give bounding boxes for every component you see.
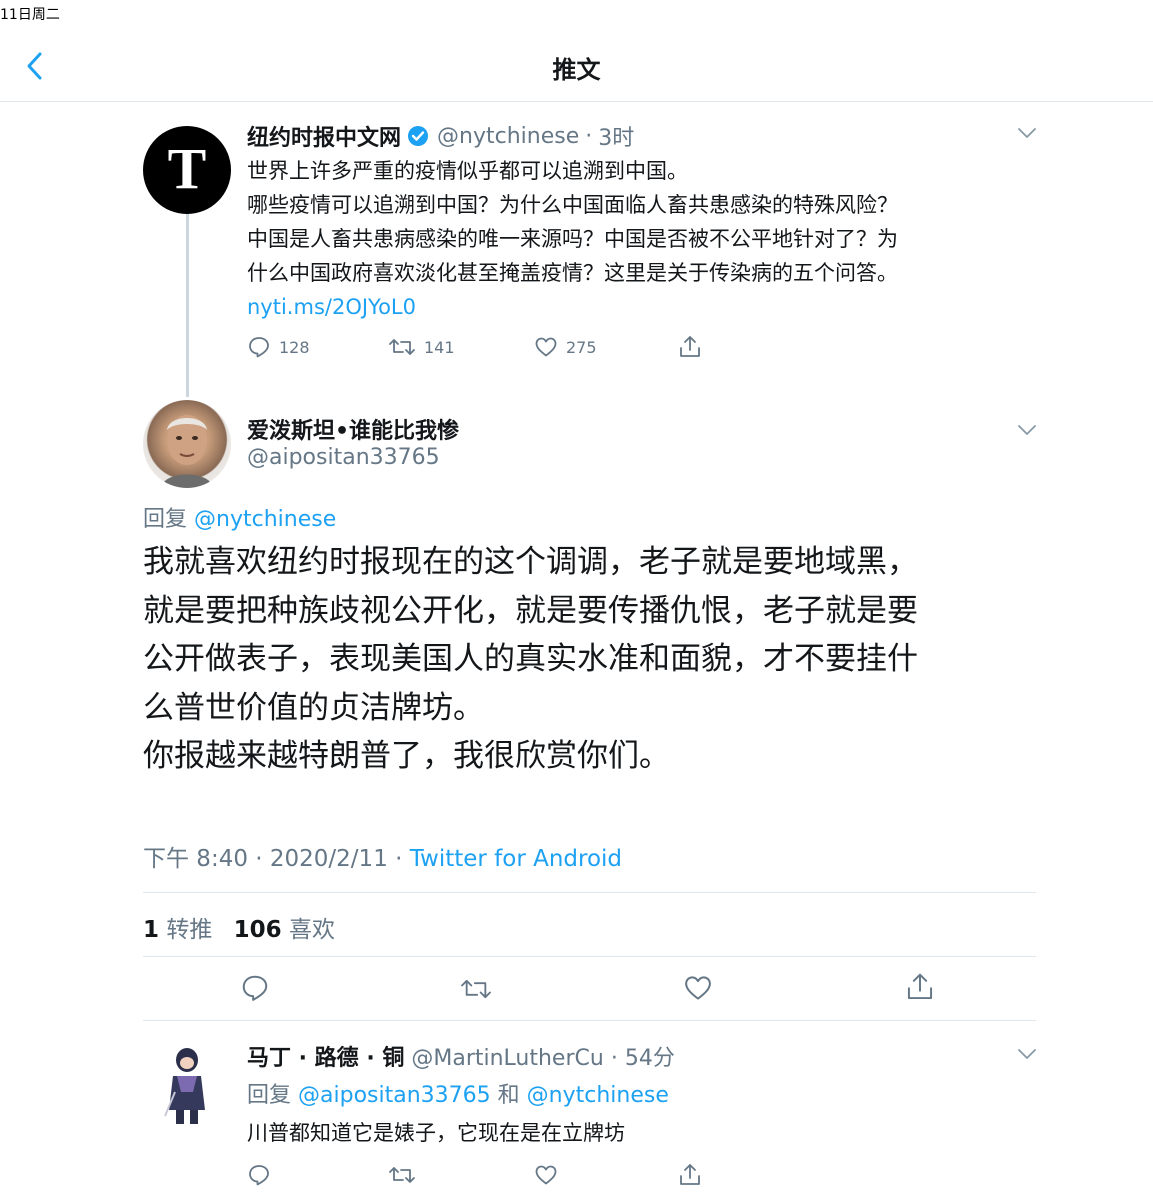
parent-retweet-action[interactable]: 141	[388, 335, 455, 359]
main-text-line: 就是要把种族歧视公开化，就是要传播仇恨，老子就是要	[143, 592, 918, 629]
reply-tweet-menu[interactable]	[1016, 1046, 1038, 1062]
parent-time[interactable]: 3时	[598, 120, 634, 152]
like-label[interactable]: 喜欢	[289, 917, 335, 943]
actions-divider	[143, 1020, 1036, 1021]
reply-time[interactable]: 54分	[625, 1046, 675, 1071]
tweet-timestamp[interactable]: 下午 8:40 · 2020/2/11 ·	[143, 846, 410, 872]
reply-author-avatar[interactable]	[143, 1040, 231, 1128]
reply-tweet-header: 马丁 · 路德 · 铜 @MartinLutherCu · 54分	[247, 1040, 675, 1072]
parent-tweet-menu[interactable]	[1016, 125, 1038, 141]
reply-replying-to-and: 和	[497, 1083, 520, 1108]
replying-to-handle[interactable]: @nytchinese	[194, 507, 336, 532]
stats-divider	[143, 956, 1036, 957]
main-reply-button[interactable]	[240, 973, 270, 1003]
main-share-button[interactable]	[905, 971, 935, 1003]
main-text-line: 公开做表子，表现美国人的真实水准和面貌，才不要挂什	[143, 641, 918, 677]
replying-to-line: 回复 @nytchinese	[143, 501, 336, 533]
reply-display-name[interactable]: 马丁 · 路德 · 铜	[247, 1046, 404, 1071]
retweet-icon	[388, 335, 416, 359]
parent-retweet-count: 141	[424, 337, 455, 357]
parent-text-line: 世界上许多严重的疫情似乎都可以追溯到中国。	[247, 159, 688, 183]
main-tweet-text: 我就喜欢纽约时报现在的这个调调，老子就是要地域黑， 就是要把种族歧视公开化，就是…	[143, 538, 918, 781]
reply-retweet-action[interactable]	[388, 1163, 416, 1187]
author-avatar[interactable]	[143, 400, 231, 488]
nyt-logo-icon: T	[168, 136, 207, 201]
parent-reply-action[interactable]: 128	[247, 335, 310, 359]
retweet-icon	[461, 979, 491, 999]
parent-reply-count: 128	[279, 337, 310, 357]
verified-badge-icon	[407, 125, 429, 147]
page-title: 推文	[552, 56, 601, 84]
parent-separator: ·	[585, 123, 593, 149]
reply-icon	[247, 335, 271, 359]
meta-divider	[143, 892, 1036, 893]
main-text-line: 么普世价值的贞洁牌坊。	[143, 689, 484, 726]
chevron-down-icon	[1018, 425, 1036, 435]
thread-connector-line	[186, 214, 189, 397]
main-text-line: 我就喜欢纽约时报现在的这个调调，老子就是要地域黑，	[143, 544, 918, 580]
parent-like-action[interactable]: 275	[534, 335, 597, 359]
nyt-logo-letter: T	[168, 136, 207, 201]
retweet-label[interactable]: 转推	[166, 917, 212, 943]
nyt-avatar[interactable]: T	[143, 126, 231, 214]
like-count[interactable]: 106	[234, 917, 282, 943]
like-icon	[534, 335, 558, 359]
like-icon	[685, 976, 711, 1000]
reply-share-action[interactable]	[678, 1162, 702, 1188]
author-photo	[161, 415, 213, 488]
main-tweet-menu[interactable]	[1016, 422, 1038, 438]
retweet-count[interactable]: 1	[143, 917, 159, 943]
parent-display-name[interactable]: 纽约时报中文网	[247, 120, 401, 152]
reply-like-action[interactable]	[534, 1163, 558, 1187]
parent-handle[interactable]: @nytchinese	[437, 124, 579, 149]
tweet-stats: 1 转推 106 喜欢	[143, 910, 335, 944]
reply-tweet-text: 川普都知道它是婊子，它现在是在立牌坊	[247, 1121, 625, 1145]
reply-icon	[242, 975, 268, 1001]
share-icon	[680, 1164, 700, 1185]
main-text-line: 你报越来越特朗普了，我很欣赏你们。	[143, 738, 670, 774]
parent-share-action[interactable]	[678, 334, 702, 360]
like-icon	[535, 1165, 557, 1185]
author-handle[interactable]: @aipositan33765	[247, 445, 440, 470]
author-name[interactable]: 爱泼斯坦•谁能比我惨	[247, 413, 459, 445]
reply-replying-to-line: 回复 @aipositan33765 和 @nytchinese	[247, 1077, 669, 1109]
tweet-timestamp-line: 下午 8:40 · 2020/2/11 · Twitter for Androi…	[143, 839, 622, 873]
chevron-down-icon	[1018, 1049, 1036, 1059]
reply-icon	[249, 1165, 269, 1186]
main-like-button[interactable]	[683, 973, 713, 1003]
chevron-down-icon	[1018, 128, 1036, 138]
share-icon	[678, 334, 702, 360]
header-divider	[0, 101, 1153, 102]
retweet-icon	[389, 1167, 415, 1183]
reply-replying-to-handle-1[interactable]: @aipositan33765	[298, 1083, 491, 1108]
parent-text-line: 哪些疫情可以追溯到中国？为什么中国面临人畜共患感染的特殊风险？	[247, 193, 898, 217]
reply-reply-action[interactable]	[247, 1163, 271, 1187]
parent-tweet-text: 世界上许多严重的疫情似乎都可以追溯到中国。 哪些疫情可以追溯到中国？为什么中国面…	[247, 154, 898, 324]
parent-tweet-header: 纽约时报中文网 @nytchinese · 3时	[247, 120, 634, 152]
parent-tweet-link[interactable]: nyti.ms/2OJYoL0	[247, 290, 898, 324]
reply-replying-to-label: 回复	[247, 1083, 292, 1108]
reply-separator: ·	[610, 1046, 618, 1071]
parent-like-count: 275	[566, 337, 597, 357]
share-icon	[907, 973, 933, 1000]
parent-text-line: 中国是人畜共患病感染的唯一来源吗？中国是否被不公平地针对了？为	[247, 227, 898, 251]
reply-replying-to-handle-2[interactable]: @nytchinese	[527, 1083, 669, 1108]
tweet-source-link[interactable]: Twitter for Android	[410, 846, 622, 872]
reply-handle[interactable]: @MartinLutherCu	[411, 1046, 603, 1071]
status-bar-date: 11日周二	[0, 7, 60, 23]
parent-text-line: 什么中国政府喜欢淡化甚至掩盖疫情？这里是关于传染病的五个问答。	[247, 261, 898, 285]
main-retweet-button[interactable]	[459, 975, 493, 1003]
reply-author-illustration	[164, 1048, 205, 1124]
replying-to-label: 回复	[143, 507, 188, 532]
